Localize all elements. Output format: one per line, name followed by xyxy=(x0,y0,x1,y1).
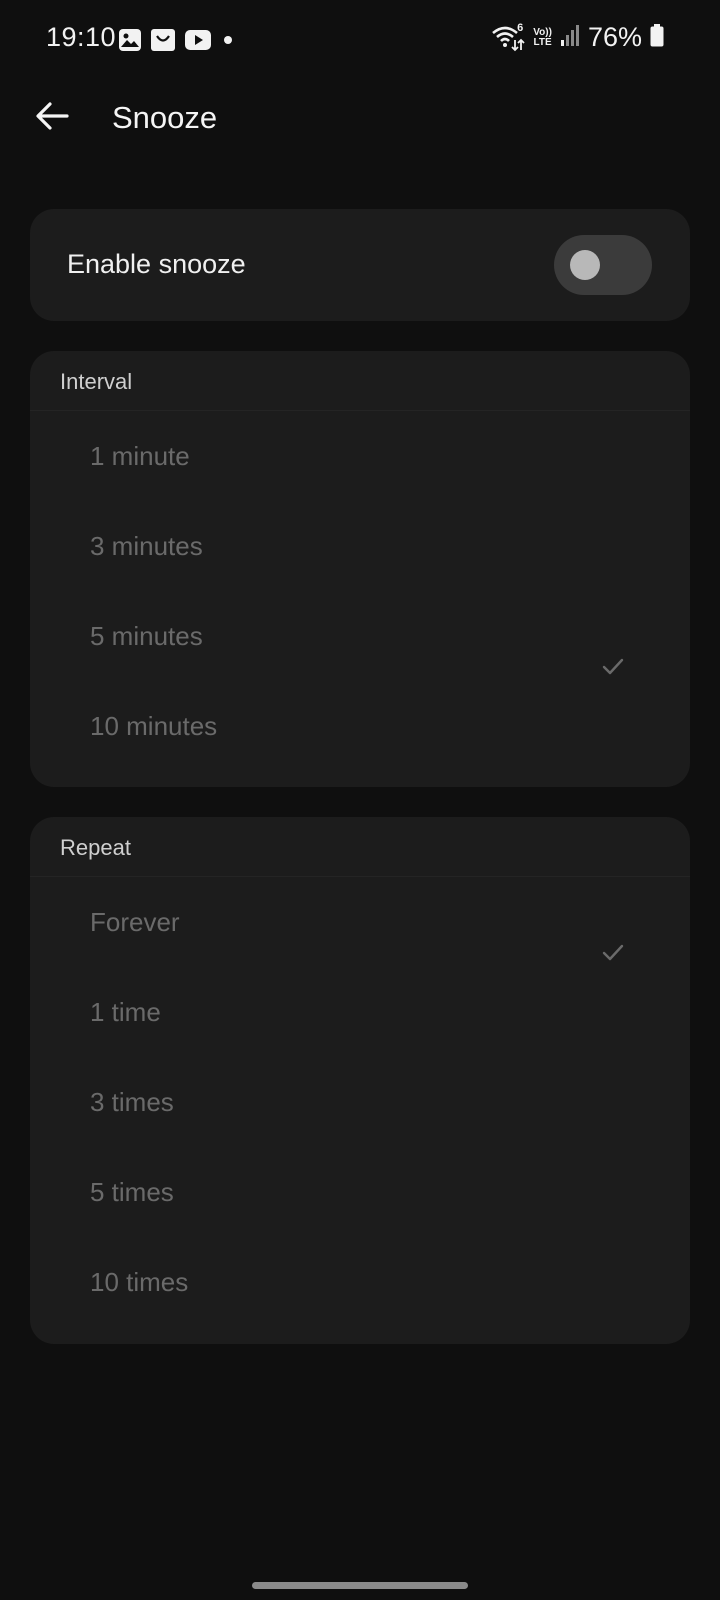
repeat-section: Repeat Forever 1 time 3 times 5 times 10… xyxy=(30,817,690,1344)
option-label: 3 minutes xyxy=(90,531,203,561)
status-bar: 19:10 6 Vo)) LTE 76% xyxy=(0,0,720,80)
repeat-option-3-times[interactable]: 3 times xyxy=(30,1057,690,1147)
back-button[interactable] xyxy=(30,96,74,140)
smile-app-icon xyxy=(150,28,176,57)
interval-option-1-minute[interactable]: 1 minute xyxy=(30,411,690,501)
enable-snooze-toggle[interactable] xyxy=(554,235,652,295)
battery-icon xyxy=(650,23,664,52)
interval-option-10-minutes[interactable]: 10 minutes xyxy=(30,681,690,771)
app-header: Snooze xyxy=(0,80,720,160)
repeat-option-forever[interactable]: Forever xyxy=(30,877,690,967)
interval-option-3-minutes[interactable]: 3 minutes xyxy=(30,501,690,591)
volte-icon: Vo)) LTE xyxy=(533,26,552,48)
gallery-icon xyxy=(118,28,142,57)
signal-icon xyxy=(560,23,580,52)
status-notification-icons xyxy=(118,28,236,57)
battery-percentage: 76% xyxy=(587,22,642,52)
interval-options: 1 minute 3 minutes 5 minutes 10 minutes xyxy=(30,411,690,771)
arrow-left-icon xyxy=(35,101,69,136)
repeat-option-10-times[interactable]: 10 times xyxy=(30,1237,690,1327)
volte-top-label: Vo)) xyxy=(533,26,552,38)
repeat-section-title: Repeat xyxy=(30,817,690,877)
option-label: Forever xyxy=(90,907,180,937)
status-time: 19:10 xyxy=(46,22,117,52)
interval-section: Interval 1 minute 3 minutes 5 minutes 10… xyxy=(30,351,690,787)
option-label: 5 minutes xyxy=(90,621,203,651)
enable-snooze-row[interactable]: Enable snooze xyxy=(30,209,690,321)
option-label: 3 times xyxy=(90,1087,174,1117)
option-label: 5 times xyxy=(90,1177,174,1207)
page-title: Snooze xyxy=(112,100,218,135)
enable-snooze-label: Enable snooze xyxy=(67,249,246,279)
repeat-options: Forever 1 time 3 times 5 times 10 times xyxy=(30,877,690,1327)
youtube-icon xyxy=(184,29,212,56)
volte-bottom-label: LTE xyxy=(533,36,552,48)
option-label: 10 times xyxy=(90,1267,189,1297)
status-system-icons: 6 Vo)) LTE 76% xyxy=(491,22,664,53)
toggle-knob xyxy=(570,250,600,280)
option-label: 1 minute xyxy=(90,441,190,471)
wifi-badge: 6 xyxy=(517,21,524,34)
check-icon xyxy=(602,910,624,961)
repeat-option-5-times[interactable]: 5 times xyxy=(30,1147,690,1237)
option-label: 1 time xyxy=(90,997,161,1027)
notification-dot-icon xyxy=(220,29,236,56)
check-icon xyxy=(602,624,624,675)
interval-option-5-minutes[interactable]: 5 minutes xyxy=(30,591,690,681)
repeat-option-1-time[interactable]: 1 time xyxy=(30,967,690,1057)
home-indicator[interactable] xyxy=(252,1582,468,1589)
wifi-icon: 6 xyxy=(491,21,525,52)
interval-section-title: Interval xyxy=(30,351,690,411)
option-label: 10 minutes xyxy=(90,711,218,741)
